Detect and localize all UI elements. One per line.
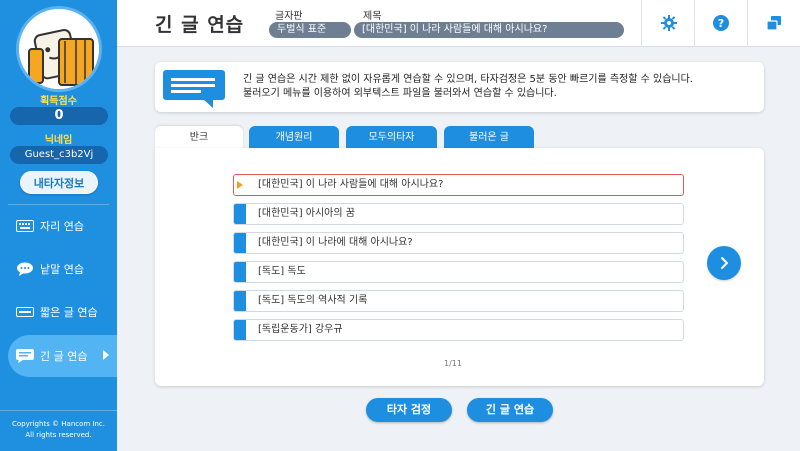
header-divider	[641, 0, 642, 47]
avatar	[16, 6, 102, 92]
speech-bubble-icon	[16, 262, 34, 276]
typing-test-button[interactable]: 타자 검정	[366, 398, 452, 422]
play-marker-icon	[234, 175, 246, 195]
score-label: 획득점수	[40, 96, 77, 107]
tab-everyone-typing[interactable]: 모두의타자	[346, 126, 437, 149]
score-value: 0	[10, 107, 108, 125]
keyboard-layout-label: 글자판	[275, 11, 303, 22]
message-icon	[163, 70, 225, 108]
nickname-value: Guest_c3b2Vj	[10, 146, 108, 164]
tab-loaded-text[interactable]: 불러온 글	[444, 126, 534, 149]
short-text-icon	[16, 305, 34, 319]
subject-label: 제목	[363, 11, 382, 22]
my-typing-info-button[interactable]: 내타자정보	[20, 171, 98, 194]
info-text: 긴 글 연습은 시간 제한 없이 자유롭게 연습할 수 있으며, 타자검정은 5…	[243, 74, 693, 99]
help-icon[interactable]: ?	[711, 13, 731, 33]
gear-icon[interactable]	[659, 13, 679, 33]
sidebar: 획득점수 0 닉네임 Guest_c3b2Vj 내타자정보 자리 연습 낱말 연…	[0, 0, 117, 451]
sidebar-item-label: 짧은 글 연습	[40, 306, 98, 319]
list-item[interactable]: [독도] 독도	[233, 261, 684, 283]
active-arrow-icon	[103, 350, 109, 360]
info-box: 긴 글 연습은 시간 제한 없이 자유롭게 연습할 수 있으며, 타자검정은 5…	[155, 62, 764, 112]
page-title: 긴 글 연습	[155, 14, 245, 36]
header: 긴 글 연습 글자판 두벌식 표준 제목 [대한민국] 이 나라 사람들에 대해…	[117, 0, 800, 47]
sidebar-item-label: 자리 연습	[40, 220, 84, 233]
list-item[interactable]: [대한민국] 이 나라에 대해 아시나요?	[233, 232, 684, 254]
keyboard-icon	[16, 219, 34, 233]
sidebar-item-short-text-practice[interactable]: 짧은 글 연습	[8, 291, 117, 333]
next-page-button[interactable]	[707, 246, 741, 280]
chevron-right-icon	[721, 257, 728, 269]
avatar-character-icon	[19, 9, 99, 89]
sidebar-item-position-practice[interactable]: 자리 연습	[8, 205, 117, 247]
header-divider	[747, 0, 748, 47]
tab-concept[interactable]: 개념원리	[249, 126, 339, 149]
sidebar-item-long-text-practice[interactable]: 긴 글 연습	[8, 335, 117, 377]
header-divider	[694, 0, 695, 47]
window-icon[interactable]	[764, 13, 784, 33]
copyright: Copyrights © Hancom Inc. All rights rese…	[0, 410, 117, 451]
list-item[interactable]: [대한민국] 아시아의 꿈	[233, 203, 684, 225]
svg-text:?: ?	[718, 17, 724, 30]
nickname-label: 닉네임	[44, 135, 73, 146]
keyboard-layout-select[interactable]: 두벌식 표준	[269, 22, 351, 38]
subject-select[interactable]: [대한민국] 이 나라 사람들에 대해 아시나요?	[354, 22, 624, 38]
list-item[interactable]: [독립운동가] 강우규	[233, 319, 684, 341]
long-text-practice-button[interactable]: 긴 글 연습	[467, 398, 553, 422]
list-item[interactable]: [대한민국] 이 나라 사람들에 대해 아시나요?	[233, 174, 684, 196]
sidebar-item-label: 낱말 연습	[40, 263, 84, 276]
tab-bank[interactable]: 반크	[155, 126, 243, 149]
sidebar-item-word-practice[interactable]: 낱말 연습	[8, 248, 117, 290]
long-text-icon	[16, 349, 34, 363]
page-indicator: 1/11	[444, 359, 462, 368]
list-item[interactable]: [독도] 독도의 역사적 기록	[233, 290, 684, 312]
sidebar-item-label: 긴 글 연습	[40, 350, 88, 363]
